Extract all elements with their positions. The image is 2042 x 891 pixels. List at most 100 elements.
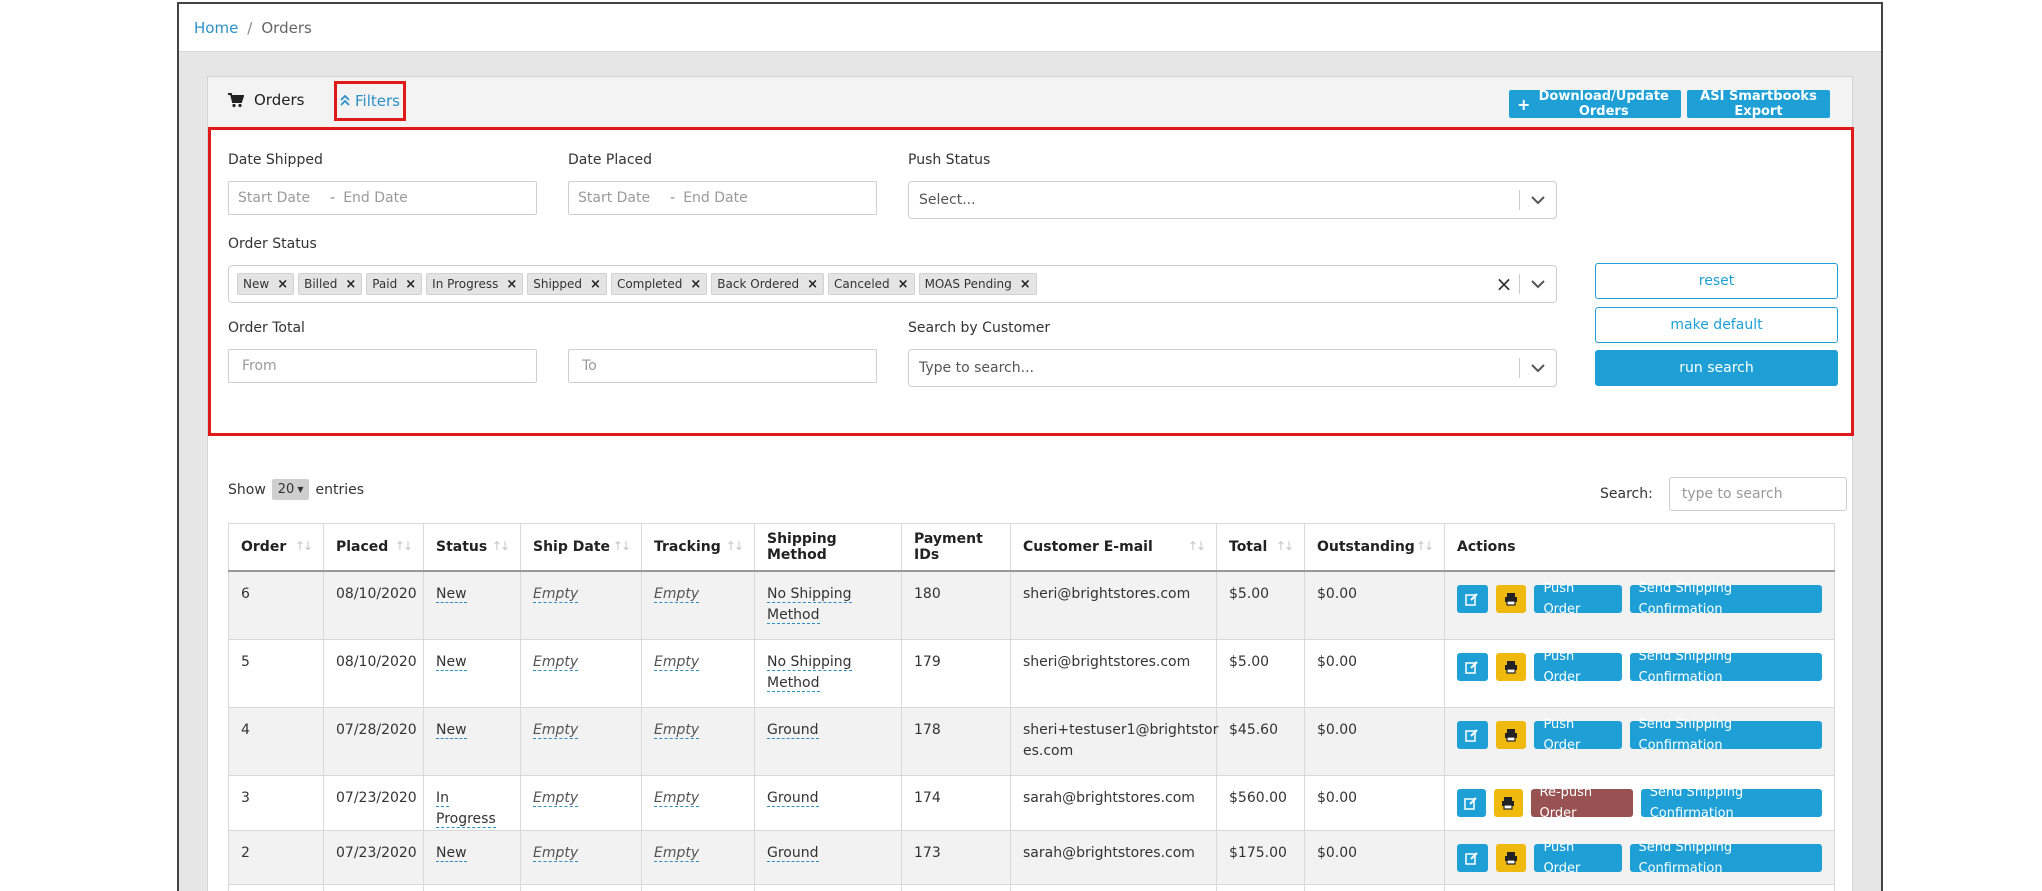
make-default-button[interactable]: make default — [1595, 307, 1838, 343]
remove-chip-icon[interactable]: × — [345, 277, 356, 292]
order-status-multiselect[interactable]: New × Billed × Paid × In Progress × Shipped ×… — [228, 265, 1557, 303]
push-order-button[interactable]: Push Order — [1534, 581, 1622, 617]
push-order-button[interactable]: Push Order — [1534, 649, 1622, 685]
edit-icon[interactable] — [1457, 720, 1488, 749]
remove-chip-icon[interactable]: × — [405, 277, 416, 292]
send-shipping-confirmation-button[interactable]: Send Shipping Confirmation — [1629, 581, 1823, 617]
column-header-status[interactable]: Status ↑↓ — [423, 523, 521, 572]
column-header-tracking[interactable]: Tracking ↑↓ — [641, 523, 755, 572]
status-chip-canceled: Canceled × — [828, 273, 915, 295]
print-icon[interactable] — [1495, 720, 1527, 749]
tab-orders[interactable]: Orders — [228, 91, 304, 109]
remove-chip-icon[interactable]: × — [1020, 277, 1031, 292]
status-editable[interactable]: New — [436, 586, 467, 603]
column-header-placed[interactable]: Placed ↑↓ — [323, 523, 424, 572]
cell-total: $5.00 — [1216, 638, 1305, 708]
cell-total: $5.00 — [1216, 570, 1305, 640]
date-shipped-end[interactable]: End Date — [343, 190, 408, 206]
remove-chip-icon[interactable]: × — [898, 277, 909, 292]
status-editable[interactable]: New — [436, 721, 467, 739]
asi-smartbooks-export-button[interactable]: ASI Smartbooks Export — [1687, 89, 1830, 119]
tab-filters[interactable]: Filters — [334, 81, 406, 121]
entries-select[interactable]: 20 ▼ — [271, 479, 310, 500]
breadcrumb-home-link[interactable]: Home — [194, 19, 238, 37]
tracking-editable[interactable]: Empty — [654, 844, 700, 862]
reset-button[interactable]: reset — [1595, 263, 1838, 299]
cell-order: 4 — [228, 706, 324, 776]
tracking-editable[interactable]: Empty — [654, 721, 700, 739]
send-shipping-confirmation-button[interactable]: Send Shipping Confirmation — [1640, 785, 1823, 821]
column-header-ship-date[interactable]: Ship Date ↑↓ — [520, 523, 642, 572]
download-update-orders-button[interactable]: + Download/Update Orders — [1509, 89, 1681, 119]
cell-total: $45.60 — [1216, 706, 1305, 776]
date-placed-range-input[interactable]: Start Date - End Date — [568, 181, 877, 215]
clear-all-icon[interactable]: × — [1489, 272, 1519, 296]
cell-order: 5 — [228, 638, 324, 708]
remove-chip-icon[interactable]: × — [690, 277, 701, 292]
order-total-from-input[interactable]: From — [228, 349, 537, 383]
order-total-to-input[interactable]: To — [568, 349, 877, 383]
customer-search-placeholder: Type to search... — [919, 360, 1034, 376]
chevron-down-icon[interactable] — [1520, 363, 1556, 373]
date-placed-end[interactable]: End Date — [683, 190, 748, 206]
remove-chip-icon[interactable]: × — [277, 277, 288, 292]
date-shipped-start[interactable]: Start Date — [238, 190, 310, 206]
shipping-method-editable[interactable]: Ground — [767, 721, 819, 739]
date-range-dash: - — [670, 190, 676, 206]
edit-icon[interactable] — [1457, 843, 1488, 872]
status-editable[interactable]: New — [436, 844, 467, 862]
column-header-customer-email[interactable]: Customer E-mail ↑↓ — [1010, 523, 1217, 572]
remove-chip-icon[interactable]: × — [506, 277, 517, 292]
print-icon[interactable] — [1495, 585, 1527, 613]
chevron-down-icon[interactable] — [1520, 195, 1556, 205]
status-editable[interactable]: New — [436, 653, 467, 671]
print-icon[interactable] — [1495, 843, 1527, 872]
cell-outstanding: $0.00 — [1304, 570, 1445, 640]
chip-label: Shipped — [533, 277, 583, 291]
customer-search-select[interactable]: Type to search... — [908, 349, 1557, 387]
breadcrumb-separator: / — [247, 18, 253, 37]
push-order-button[interactable]: Push Order — [1534, 717, 1622, 753]
send-shipping-confirmation-button[interactable]: Send Shipping Confirmation — [1629, 840, 1823, 876]
edit-icon[interactable] — [1457, 585, 1488, 613]
ship-date-editable[interactable]: Empty — [533, 721, 579, 739]
send-shipping-confirmation-button[interactable]: Send Shipping Confirmation — [1629, 717, 1823, 753]
tracking-editable[interactable]: Empty — [654, 789, 700, 807]
re-push-order-button[interactable]: Re-push Order — [1530, 785, 1633, 821]
shipping-method-editable[interactable]: No Shipping Method — [767, 586, 852, 624]
date-placed-start[interactable]: Start Date — [578, 190, 650, 206]
send-shipping-confirmation-button[interactable]: Send Shipping Confirmation — [1629, 649, 1823, 685]
remove-chip-icon[interactable]: × — [807, 277, 818, 292]
push-status-select[interactable]: Select... — [908, 181, 1557, 219]
chevron-down-icon[interactable] — [1520, 279, 1556, 289]
column-header-order[interactable]: Order ↑↓ — [228, 523, 324, 572]
date-shipped-range-input[interactable]: Start Date - End Date — [228, 181, 537, 215]
tracking-editable[interactable]: Empty — [654, 586, 700, 603]
sort-icon: ↑↓ — [294, 539, 313, 553]
sort-icon: ↑↓ — [1275, 539, 1294, 553]
shipping-method-editable[interactable]: No Shipping Method — [767, 653, 852, 692]
print-icon[interactable] — [1493, 788, 1523, 817]
shipping-method-editable[interactable]: Ground — [767, 844, 819, 862]
ship-date-editable[interactable]: Empty — [533, 653, 579, 671]
order-total-to-placeholder: To — [582, 358, 597, 374]
edit-icon[interactable] — [1457, 788, 1486, 817]
ship-date-editable[interactable]: Empty — [533, 789, 579, 807]
chip-label: New — [243, 277, 270, 291]
status-editable[interactable]: In Progress — [436, 789, 496, 828]
ship-date-editable[interactable]: Empty — [533, 844, 579, 862]
column-header-outstanding[interactable]: Outstanding ↑↓ — [1304, 523, 1445, 572]
shipping-method-editable[interactable]: Ground — [767, 789, 819, 807]
cell-total: $560.00 — [1216, 774, 1305, 831]
filters-panel: Date Shipped Start Date - End Date Date … — [208, 127, 1854, 436]
tracking-editable[interactable]: Empty — [654, 653, 700, 671]
print-icon[interactable] — [1495, 652, 1527, 681]
column-header-total[interactable]: Total ↑↓ — [1216, 523, 1305, 572]
cell-outstanding: $0.00 — [1304, 638, 1445, 708]
ship-date-editable[interactable]: Empty — [533, 586, 579, 603]
table-search-input[interactable] — [1668, 477, 1847, 511]
run-search-button[interactable]: run search — [1595, 350, 1838, 386]
edit-icon[interactable] — [1457, 652, 1488, 681]
push-order-button[interactable]: Push Order — [1534, 840, 1622, 876]
remove-chip-icon[interactable]: × — [590, 277, 601, 292]
